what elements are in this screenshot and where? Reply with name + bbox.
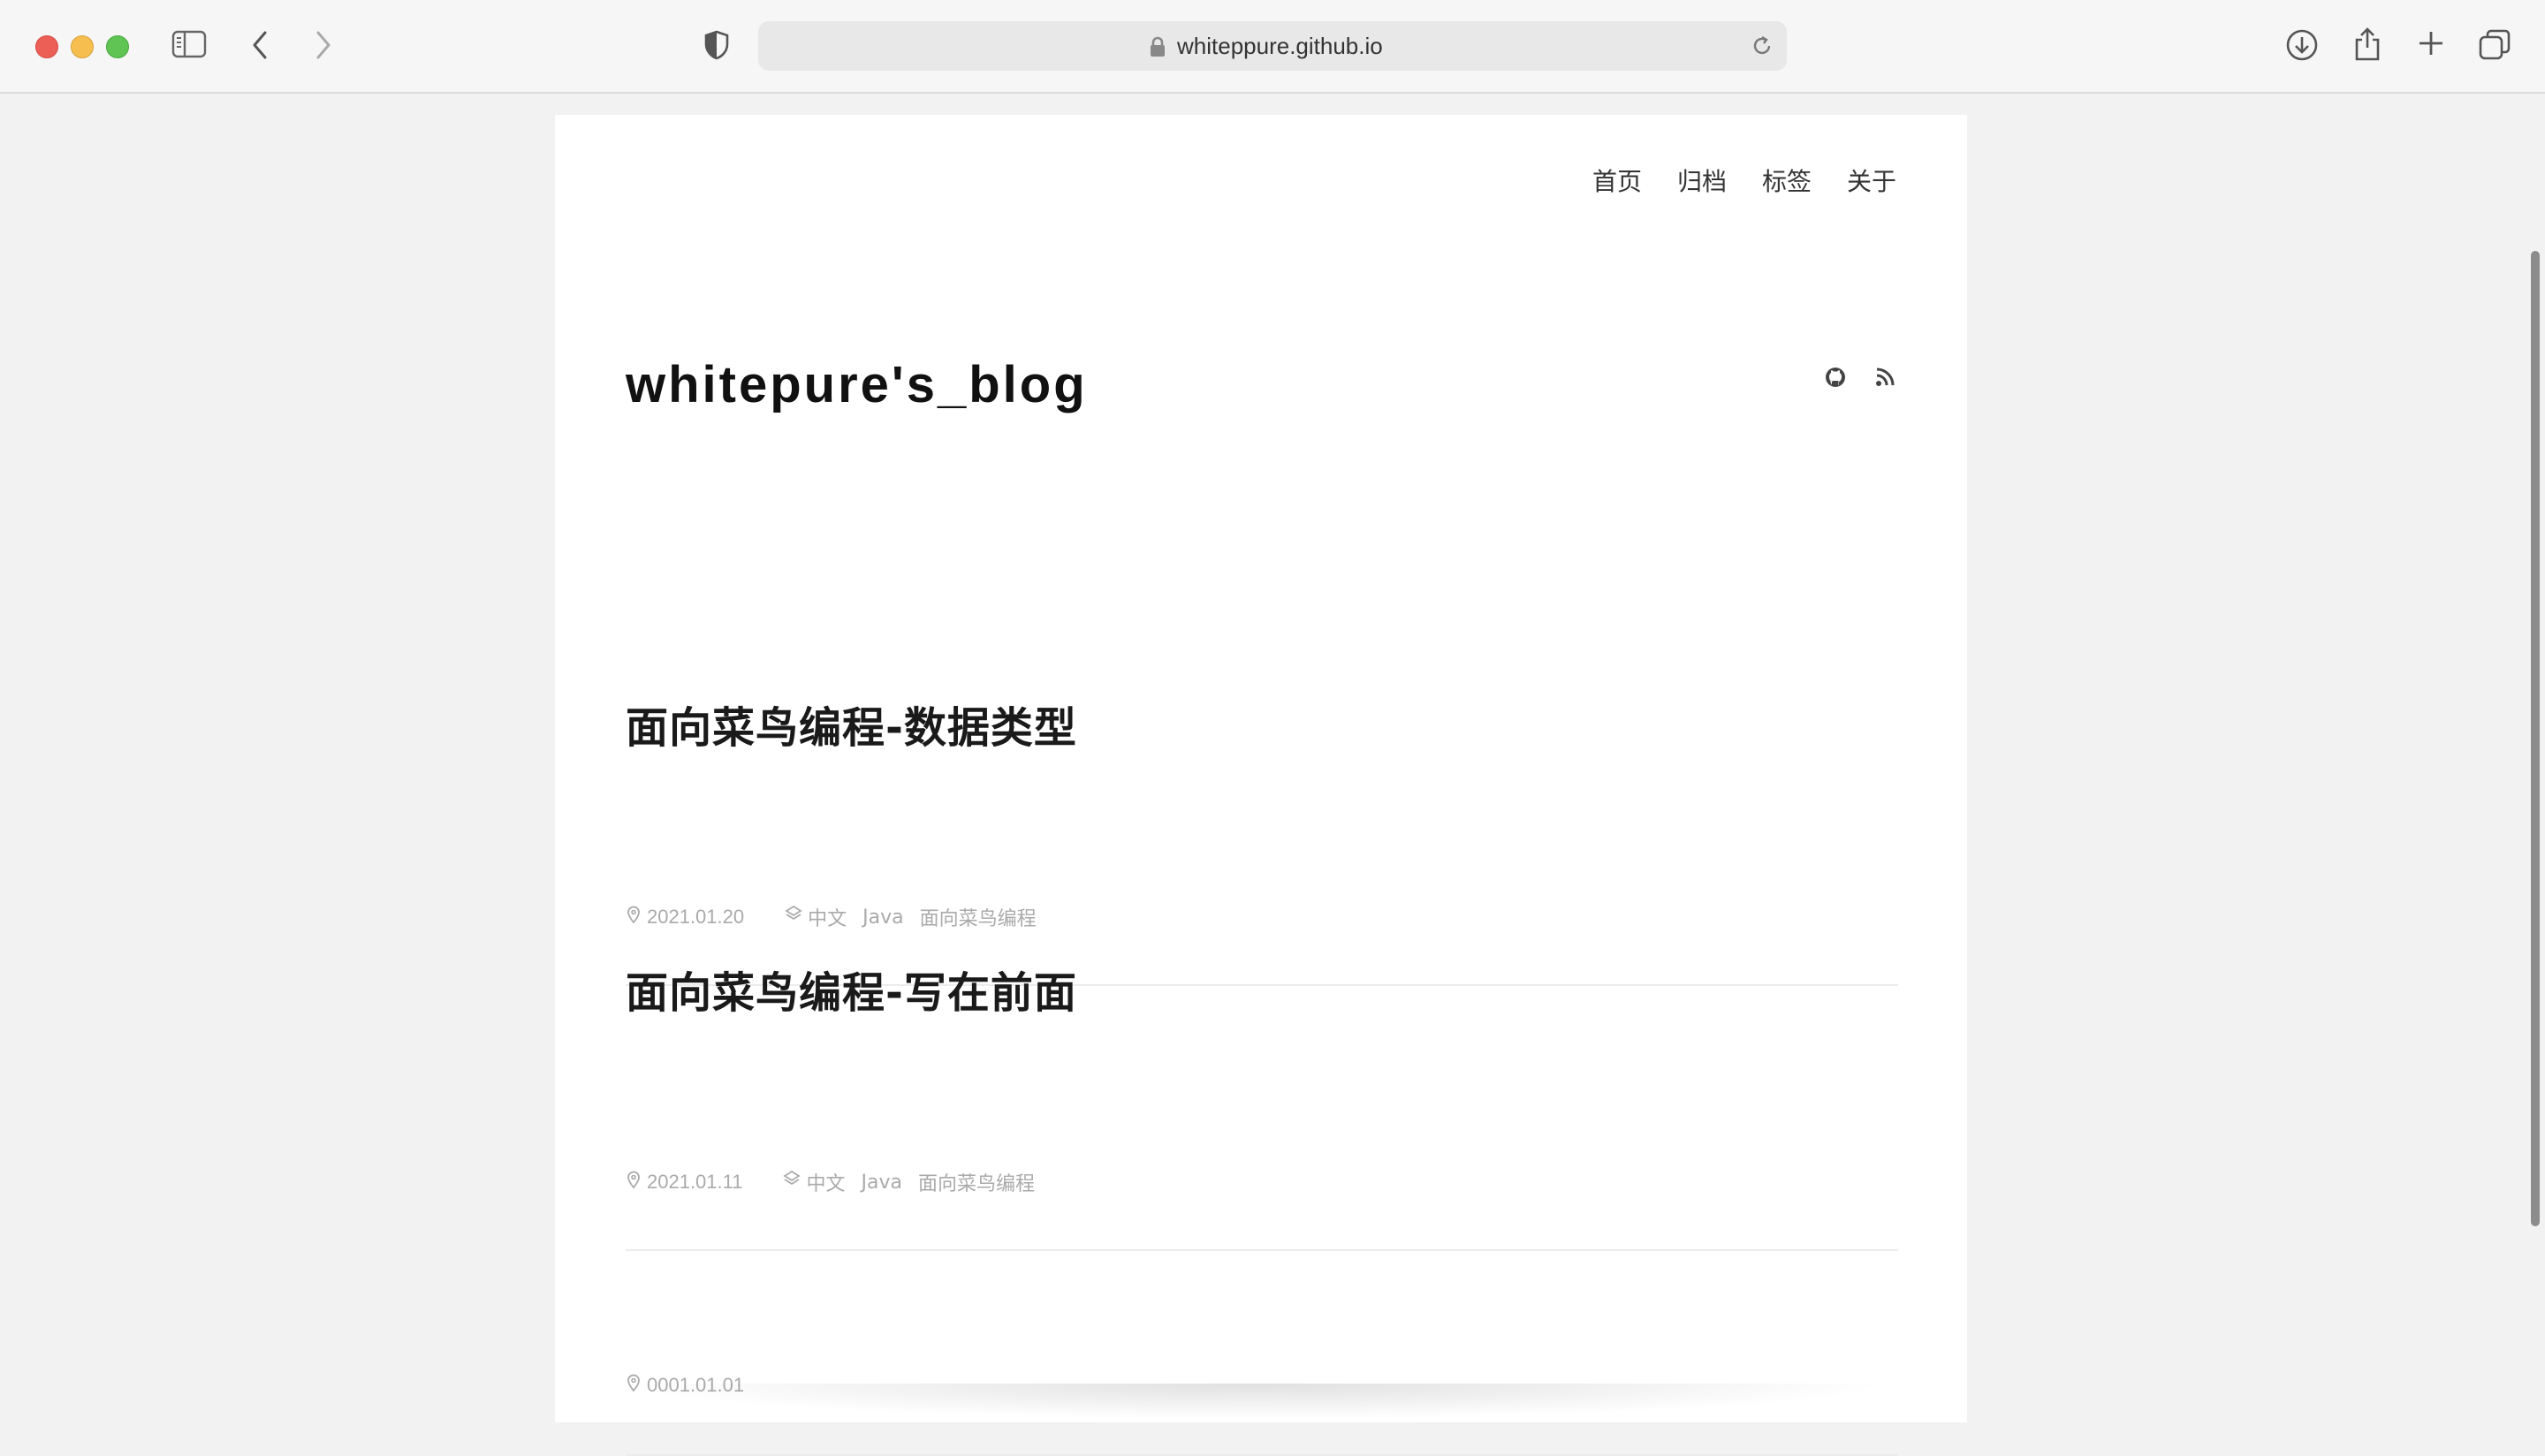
address-bar[interactable]: whiteppure.github.io xyxy=(758,21,1787,71)
layers-icon xyxy=(785,905,802,929)
post-item: 面向菜鸟编程-写在前面 2021.01.11 中文 Java 面向菜鸟编程 xyxy=(626,958,1898,1251)
post-item: 0001.01.01 xyxy=(626,1249,1898,1456)
post-tag[interactable]: Java xyxy=(862,906,903,929)
pin-icon xyxy=(626,905,642,929)
browser-toolbar: whiteppure.github.io xyxy=(0,0,2545,94)
post-title[interactable]: 面向菜鸟编程-写在前面 xyxy=(626,958,1077,1020)
post-date: 2021.01.11 xyxy=(647,1171,743,1193)
pin-icon xyxy=(626,1170,642,1194)
post-item: 面向菜鸟编程-数据类型 2021.01.20 中文 Java 面向菜鸟编程 xyxy=(626,693,1898,986)
rss-icon[interactable] xyxy=(1873,366,1896,389)
reload-icon[interactable] xyxy=(1750,34,1774,63)
post-tag[interactable]: 面向菜鸟编程 xyxy=(918,1168,1035,1196)
post-tag[interactable]: 中文 xyxy=(806,1168,845,1196)
new-tab-icon[interactable] xyxy=(2416,28,2446,58)
close-window-button[interactable] xyxy=(35,35,58,58)
vertical-scrollbar[interactable] xyxy=(2531,251,2540,1226)
zoom-window-button[interactable] xyxy=(106,35,129,58)
site-title[interactable]: whitepure's_blog xyxy=(626,355,1088,414)
privacy-shield-icon[interactable] xyxy=(703,30,730,60)
post-meta: 2021.01.11 中文 Java 面向菜鸟编程 xyxy=(626,1168,1051,1196)
nav-archive-link[interactable]: 归档 xyxy=(1677,164,1727,200)
social-links xyxy=(1824,366,1896,389)
downloads-icon[interactable] xyxy=(2285,28,2319,62)
sidebar-toggle-icon[interactable] xyxy=(171,30,207,58)
share-icon[interactable] xyxy=(2352,27,2382,62)
post-tag[interactable]: 中文 xyxy=(808,903,847,931)
page-viewport: 首页 归档 标签 关于 whitepure's_blog 面向菜鸟编程-数据类型… xyxy=(0,94,2545,1456)
nav-home-link[interactable]: 首页 xyxy=(1592,164,1642,200)
url-text: whiteppure.github.io xyxy=(1177,33,1383,59)
post-date: 2021.01.20 xyxy=(647,906,745,928)
main-nav: 首页 归档 标签 关于 xyxy=(1592,164,1896,200)
blog-container: 首页 归档 标签 关于 whitepure's_blog 面向菜鸟编程-数据类型… xyxy=(555,115,1967,1456)
lock-icon xyxy=(1149,36,1166,62)
post-tag[interactable]: 面向菜鸟编程 xyxy=(920,903,1037,931)
nav-tags-link[interactable]: 标签 xyxy=(1762,164,1812,200)
post-tag[interactable]: Java xyxy=(862,1172,902,1194)
nav-about-link[interactable]: 关于 xyxy=(1847,164,1896,200)
bottom-shadow xyxy=(619,1384,1891,1419)
back-icon[interactable] xyxy=(251,30,269,60)
github-icon[interactable] xyxy=(1824,366,1847,389)
tab-overview-icon[interactable] xyxy=(2478,28,2511,62)
post-meta: 2021.01.20 中文 Java 面向菜鸟编程 xyxy=(626,903,1052,931)
layers-icon xyxy=(783,1170,801,1194)
minimize-window-button[interactable] xyxy=(71,35,94,58)
post-title[interactable]: 面向菜鸟编程-数据类型 xyxy=(626,693,1077,755)
forward-icon[interactable] xyxy=(315,30,332,60)
